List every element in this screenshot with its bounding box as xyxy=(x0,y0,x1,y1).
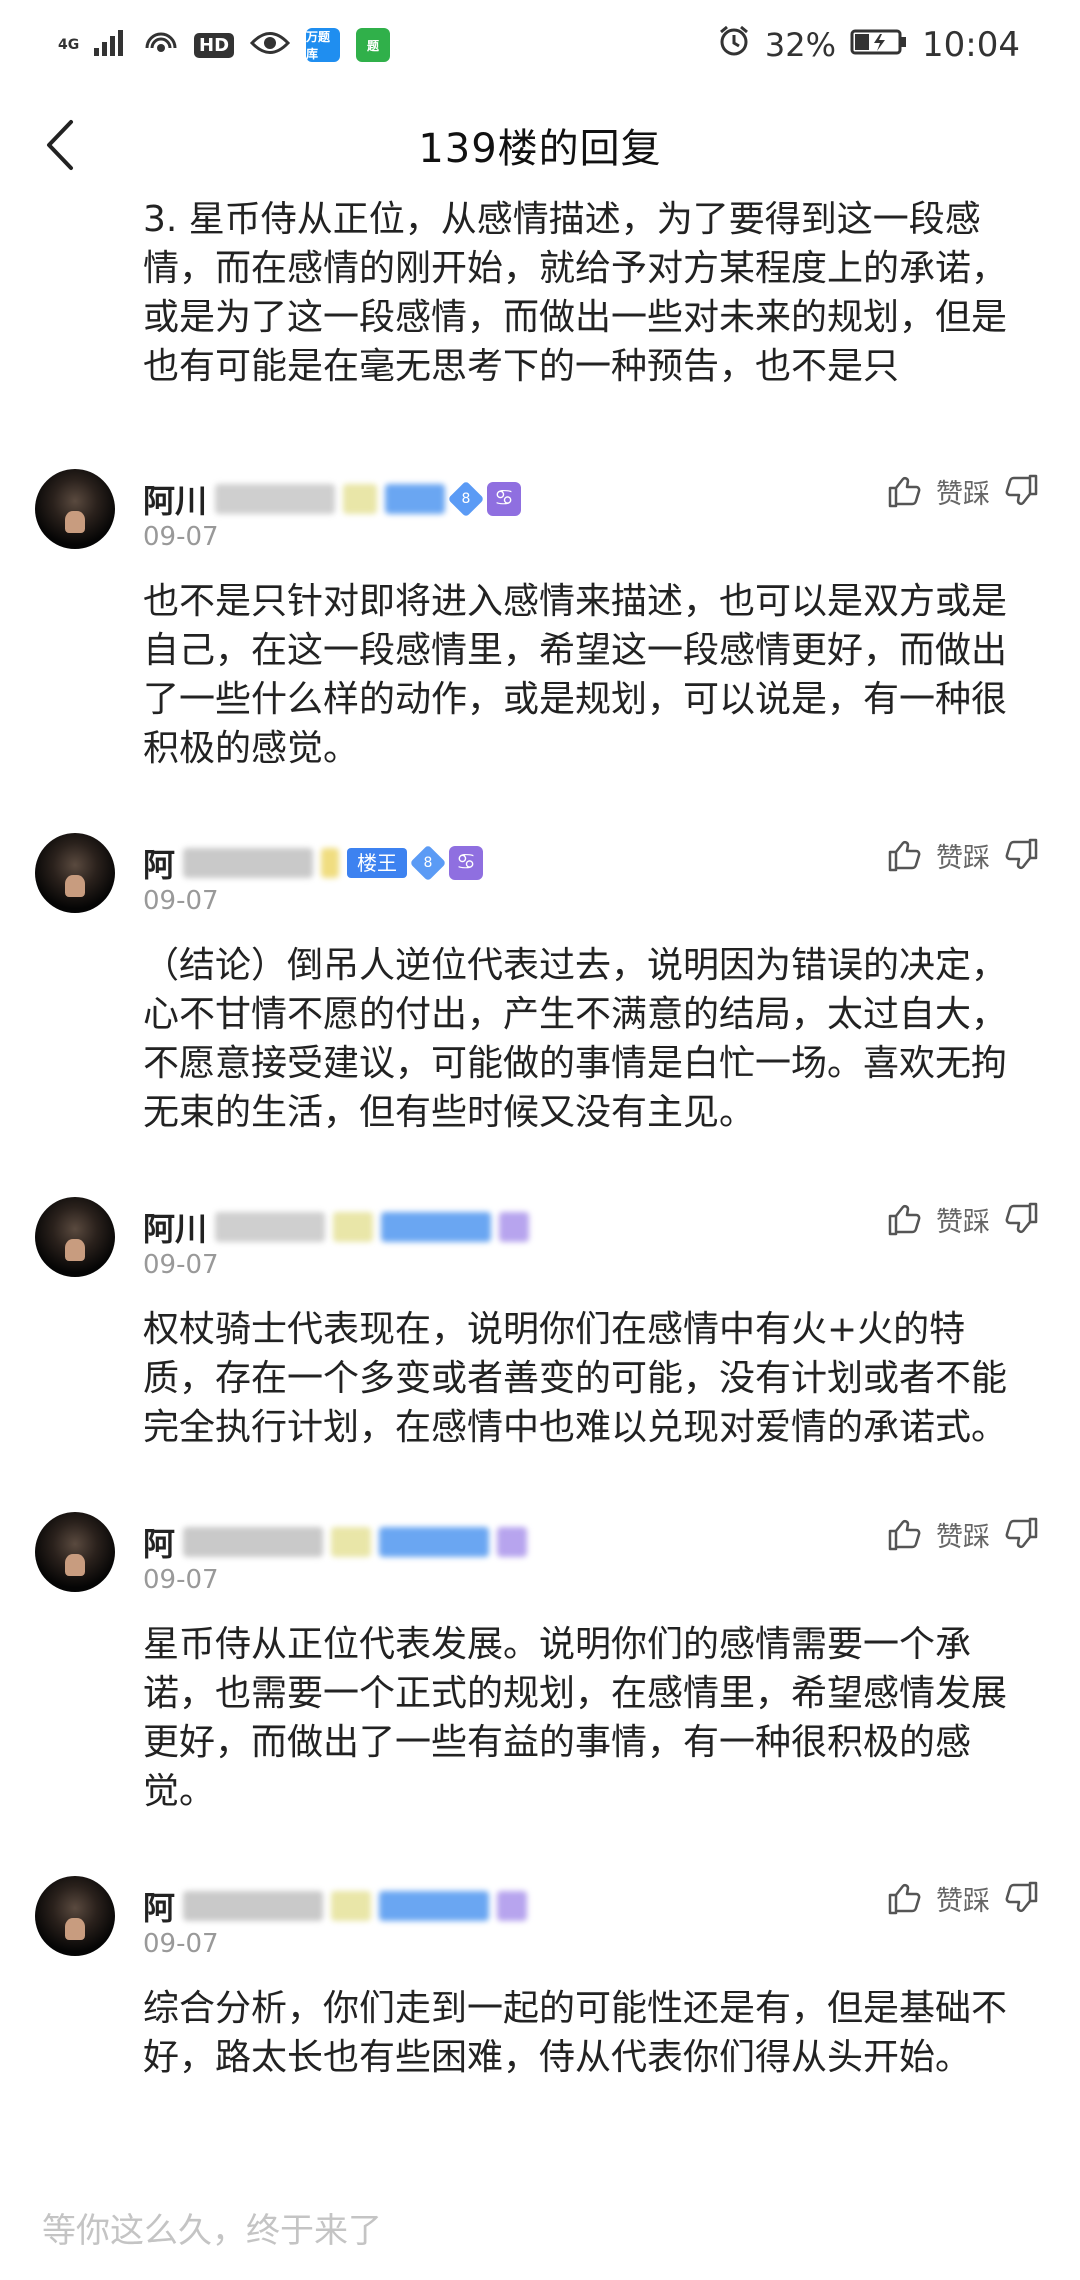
thumbs-down-icon[interactable] xyxy=(1002,1878,1042,1918)
header: 139楼的回复 xyxy=(0,95,1080,195)
status-right: 32% 10:04 xyxy=(717,24,1020,66)
app-notification-icon: 万题库 xyxy=(306,28,341,62)
redacted-rank-badge xyxy=(379,1527,490,1557)
reply-date: 09-07 xyxy=(143,1929,219,1959)
reply-thread: 3. 星币侍从正位，从感情描述，为了要得到这一段感情，而在感情的刚开始，就给予对… xyxy=(0,195,1080,2082)
username: 阿 xyxy=(143,1889,176,1927)
avatar[interactable] xyxy=(35,1876,115,1956)
status-bar: 4G HD 万题库 题 32% 10:04 xyxy=(0,0,1080,90)
reply-item: 阿 09-07 赞踩 星币侍从正位代表发展。说明你们的感情需要一个承诺，也需要一… xyxy=(0,1512,1080,1816)
vote-label: 赞踩 xyxy=(936,1521,990,1553)
redacted-name xyxy=(215,484,336,514)
reply-input[interactable]: 等你这么久，终于来了 xyxy=(0,2175,1080,2280)
reply-input-placeholder: 等你这么久，终于来了 xyxy=(42,2211,382,2251)
alarm-icon xyxy=(717,24,751,66)
reply-item: 阿川 8 ♋ 09-07 赞踩 也不是只针对即将进入感情来描述，也可以是双方或是… xyxy=(0,469,1080,773)
thumbs-up-icon[interactable] xyxy=(884,471,924,511)
back-button[interactable] xyxy=(30,115,90,175)
redacted-name xyxy=(183,848,314,878)
clock: 10:04 xyxy=(922,25,1020,65)
eye-icon xyxy=(249,26,291,64)
username-row[interactable]: 阿 xyxy=(143,1522,528,1563)
vote-actions: 赞踩 xyxy=(884,471,1042,511)
main-floor-text: 3. 星币侍从正位，从感情描述，为了要得到这一段感情，而在感情的刚开始，就给予对… xyxy=(143,199,1008,387)
thumbs-up-icon[interactable] xyxy=(884,835,924,875)
username-row[interactable]: 阿川 8 ♋ xyxy=(143,479,522,520)
redacted-badge xyxy=(343,484,378,514)
rank-badge: 楼王 xyxy=(347,848,408,878)
vote-actions: 赞踩 xyxy=(884,1514,1042,1554)
vote-actions: 赞踩 xyxy=(884,835,1042,875)
app-notification-icon-2: 题 xyxy=(356,28,391,62)
thumbs-down-icon[interactable] xyxy=(1002,1199,1042,1239)
network-type: 4G xyxy=(58,37,80,53)
avatar[interactable] xyxy=(35,469,115,549)
username-row[interactable]: 阿 楼王 8 ♋ xyxy=(143,843,484,884)
reply-item: 阿 09-07 赞踩 综合分析，你们走到一起的可能性还是有，但是基础不好，路太长… xyxy=(0,1876,1080,2082)
redacted-zodiac-badge xyxy=(497,1527,528,1557)
reply-date: 09-07 xyxy=(143,886,219,916)
thumbs-down-icon[interactable] xyxy=(1002,835,1042,875)
redacted-name xyxy=(183,1891,324,1921)
redacted-badge xyxy=(331,1891,372,1921)
reply-date: 09-07 xyxy=(143,1565,219,1595)
username: 阿 xyxy=(143,846,176,884)
reply-text: 综合分析，你们走到一起的可能性还是有，但是基础不好，路太长也有些困难，侍从代表你… xyxy=(143,1988,1008,2078)
reply-date: 09-07 xyxy=(143,522,219,552)
reply-text: （结论）倒吊人逆位代表过去，说明因为错误的决定，心不甘情不愿的付出，产生不满意的… xyxy=(143,945,1008,1133)
redacted-rank-badge xyxy=(379,1891,490,1921)
redacted-badge xyxy=(321,848,340,878)
reply-header: 阿 09-07 赞踩 xyxy=(0,1876,1080,1976)
reply-text: 也不是只针对即将进入感情来描述，也可以是双方或是自己，在这一段感情里，希望这一段… xyxy=(143,581,1008,769)
redacted-badge xyxy=(333,1212,374,1242)
redacted-zodiac-badge xyxy=(497,1891,528,1921)
vote-label: 赞踩 xyxy=(936,478,990,510)
redacted-zodiac-badge xyxy=(499,1212,530,1242)
zodiac-badge: ♋ xyxy=(449,846,484,880)
page-title: 139楼的回复 xyxy=(418,126,662,172)
thumbs-down-icon[interactable] xyxy=(1002,471,1042,511)
battery-percent: 32% xyxy=(764,26,837,64)
vote-label: 赞踩 xyxy=(936,1885,990,1917)
level-badge: 8 xyxy=(409,844,447,882)
zodiac-badge: ♋ xyxy=(487,482,522,516)
redacted-rank-badge xyxy=(385,484,446,514)
username-row[interactable]: 阿川 xyxy=(143,1207,530,1248)
reply-header: 阿川 8 ♋ 09-07 赞踩 xyxy=(0,469,1080,569)
signal-icon xyxy=(92,26,128,64)
hd-badge: HD xyxy=(194,32,235,58)
reply-text: 星币侍从正位代表发展。说明你们的感情需要一个承诺，也需要一个正式的规划，在感情里… xyxy=(143,1624,1008,1812)
username: 阿川 xyxy=(143,1210,208,1248)
redacted-rank-badge xyxy=(381,1212,492,1242)
hotspot-icon xyxy=(144,26,178,64)
username: 阿川 xyxy=(143,482,208,520)
redacted-badge xyxy=(331,1527,372,1557)
reply-date: 09-07 xyxy=(143,1250,219,1280)
thumbs-up-icon[interactable] xyxy=(884,1514,924,1554)
reply-text: 权杖骑士代表现在，说明你们在感情中有火+火的特质，存在一个多变或者善变的可能，没… xyxy=(143,1309,1008,1448)
avatar[interactable] xyxy=(35,833,115,913)
vote-label: 赞踩 xyxy=(936,842,990,874)
username: 阿 xyxy=(143,1525,176,1563)
vote-actions: 赞踩 xyxy=(884,1878,1042,1918)
level-badge: 8 xyxy=(447,480,485,518)
avatar[interactable] xyxy=(35,1197,115,1277)
thumbs-down-icon[interactable] xyxy=(1002,1514,1042,1554)
chevron-left-icon xyxy=(47,120,73,170)
vote-label: 赞踩 xyxy=(936,1206,990,1238)
reply-header: 阿 楼王 8 ♋ 09-07 赞踩 xyxy=(0,833,1080,933)
reply-item: 阿川 09-07 赞踩 权杖骑士代表现在，说明你们在感情中有火+火的特质，存在一… xyxy=(0,1197,1080,1452)
thumbs-up-icon[interactable] xyxy=(884,1878,924,1918)
thumbs-up-icon[interactable] xyxy=(884,1199,924,1239)
avatar[interactable] xyxy=(35,1512,115,1592)
username-row[interactable]: 阿 xyxy=(143,1886,528,1927)
reply-item: 阿 楼王 8 ♋ 09-07 赞踩 （结论）倒吊人逆位代表过去，说明因为错误的决… xyxy=(0,833,1080,1137)
reply-header: 阿川 09-07 赞踩 xyxy=(0,1197,1080,1297)
reply-header: 阿 09-07 赞踩 xyxy=(0,1512,1080,1612)
redacted-name xyxy=(215,1212,326,1242)
redacted-name xyxy=(183,1527,324,1557)
battery-charging-icon xyxy=(850,26,908,64)
status-left: 4G HD 万题库 题 xyxy=(58,26,391,64)
vote-actions: 赞踩 xyxy=(884,1199,1042,1239)
